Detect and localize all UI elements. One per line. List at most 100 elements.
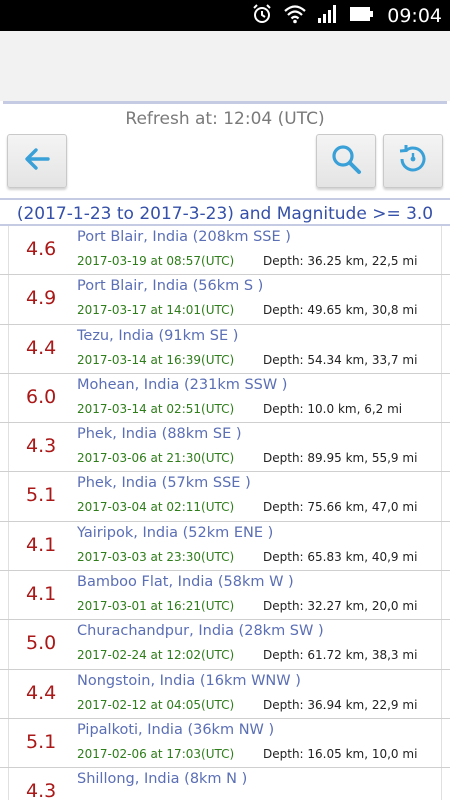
- row-left-border: [8, 571, 9, 620]
- magnitude-value: 4.4: [26, 681, 57, 704]
- magnitude-value: 5.0: [26, 632, 57, 655]
- refresh-time: Refresh at: 12:04 (UTC): [0, 104, 450, 134]
- location-text: Pipalkoti, India (36km NW ): [77, 721, 275, 738]
- wifi-icon: [283, 4, 307, 28]
- row-left-border: [8, 718, 9, 768]
- row-right-border: [441, 718, 442, 768]
- date-time-text: 2017-03-04 at 02:11(UTC): [77, 500, 235, 515]
- magnitude-value: 5.1: [26, 730, 57, 753]
- history-button[interactable]: [383, 134, 443, 188]
- date-time-text: 2017-03-19 at 08:57(UTC): [77, 254, 235, 268]
- row-right-border: [441, 768, 442, 800]
- depth-text: Depth: 54.34 km, 33,7 mi: [263, 352, 418, 367]
- depth-text: Depth: 36.94 km, 22,9 mi: [263, 697, 418, 712]
- list-item[interactable]: 4.3 Shillong, India (8km N ): [0, 768, 450, 800]
- list-item[interactable]: 4.1 Yairipok, India (52km ENE ) 2017-03-03…: [0, 521, 450, 572]
- row-right-border: [441, 226, 442, 275]
- row-left-border: [8, 373, 9, 423]
- location-text: Shillong, India (8km N ): [77, 771, 248, 788]
- location-text: Port Blair, India (208km SSE ): [77, 229, 291, 245]
- depth-text: Depth: 36.25 km, 22,5 mi: [263, 254, 418, 268]
- battery-icon: [349, 5, 375, 27]
- back-arrow-icon: [23, 145, 51, 177]
- depth-text: Depth: 61.72 km, 38,3 mi: [263, 648, 418, 663]
- status-time: 09:04: [387, 4, 442, 27]
- magnitude-value: 4.1: [26, 583, 57, 606]
- row-left-border: [8, 669, 9, 718]
- row-left-border: [8, 226, 9, 275]
- depth-text: Depth: 10.0 km, 6,2 mi: [263, 401, 403, 416]
- magnitude-value: 4.6: [26, 238, 57, 260]
- magnitude-value: 4.4: [26, 336, 57, 359]
- magnitude-value: 4.9: [26, 287, 57, 310]
- row-left-border: [8, 423, 9, 472]
- row-left-border: [8, 324, 9, 373]
- signal-icon: [317, 4, 339, 28]
- row-left-border: [8, 620, 9, 669]
- toolbar: [0, 134, 450, 198]
- search-icon: [330, 143, 362, 179]
- magnitude-value: 4.1: [26, 533, 57, 556]
- row-right-border: [441, 472, 442, 521]
- magnitude-value: 4.3: [26, 780, 57, 800]
- row-right-border: [441, 373, 442, 423]
- date-time-text: 2017-03-03 at 23:30(UTC): [77, 549, 235, 564]
- location-text: Tezu, India (91km SE ): [77, 327, 239, 344]
- list-item[interactable]: 4.6 Port Blair, India (208km SSE ) 2017-03…: [0, 226, 450, 276]
- depth-text: Depth: 75.66 km, 47,0 mi: [263, 500, 418, 515]
- list-item[interactable]: 5.1 Phek, India (57km SSE ) 2017-03-04 at …: [0, 472, 450, 522]
- alarm-icon: [251, 3, 273, 29]
- date-time-text: 2017-03-06 at 21:30(UTC): [77, 451, 235, 466]
- row-right-border: [441, 423, 442, 472]
- magnitude-value: 6.0: [26, 385, 57, 408]
- location-text: Churachandpur, India (28km SW ): [77, 623, 324, 640]
- back-button[interactable]: [7, 134, 67, 188]
- row-right-border: [441, 275, 442, 324]
- row-right-border: [441, 324, 442, 373]
- depth-text: Depth: 49.65 km, 30,8 mi: [263, 303, 418, 318]
- row-left-border: [8, 275, 9, 324]
- row-right-border: [441, 571, 442, 620]
- date-time-text: 2017-03-14 at 02:51(UTC): [77, 401, 235, 416]
- status-bar: 09:04: [0, 0, 450, 31]
- row-left-border: [8, 472, 9, 521]
- location-text: Port Blair, India (56km S ): [77, 278, 264, 295]
- location-text: Bamboo Flat, India (58km W ): [77, 574, 294, 591]
- date-range-filter: (2017-1-23 to 2017-3-23) and Magnitude >…: [0, 198, 450, 226]
- list-item[interactable]: 5.0 Churachandpur, India (28km SW ) 2017-0…: [0, 620, 450, 670]
- list-item[interactable]: 4.3 Phek, India (88km SE ) 2017-03-06 at 2…: [0, 423, 450, 473]
- list-item[interactable]: 4.4 Tezu, India (91km SE ) 2017-03-14 at 1…: [0, 324, 450, 374]
- location-text: Phek, India (57km SSE ): [77, 475, 251, 492]
- date-time-text: 2017-02-24 at 12:02(UTC): [77, 648, 235, 663]
- list-item[interactable]: 4.9 Port Blair, India (56km S ) 2017-03-17…: [0, 275, 450, 325]
- action-bar: [0, 31, 450, 101]
- list-item[interactable]: 6.0 Mohean, India (231km SSW ) 2017-03-14 …: [0, 373, 450, 424]
- date-time-text: 2017-03-14 at 16:39(UTC): [77, 352, 235, 367]
- status-icons: 09:04: [251, 0, 442, 31]
- list-item[interactable]: 5.1 Pipalkoti, India (36km NW ) 2017-02-06…: [0, 718, 450, 769]
- earthquake-list: 4.6 Port Blair, India (208km SSE ) 2017-03…: [0, 226, 450, 800]
- location-text: Phek, India (88km SE ): [77, 426, 242, 443]
- history-icon: [396, 142, 430, 180]
- location-text: Mohean, India (231km SSW ): [77, 376, 288, 393]
- depth-text: Depth: 65.83 km, 40,9 mi: [263, 549, 418, 564]
- magnitude-value: 5.1: [26, 484, 57, 507]
- location-text: Nongstoin, India (16km WNW ): [77, 672, 301, 689]
- date-time-text: 2017-02-12 at 04:05(UTC): [77, 697, 235, 712]
- search-button[interactable]: [316, 134, 376, 188]
- row-right-border: [441, 620, 442, 669]
- date-time-text: 2017-03-17 at 14:01(UTC): [77, 303, 235, 318]
- row-right-border: [441, 521, 442, 571]
- depth-text: Depth: 16.05 km, 10,0 mi: [263, 746, 418, 761]
- location-text: Yairipok, India (52km ENE ): [77, 524, 274, 541]
- magnitude-value: 4.3: [26, 435, 57, 458]
- row-right-border: [441, 669, 442, 718]
- row-left-border: [8, 521, 9, 571]
- list-item[interactable]: 4.1 Bamboo Flat, India (58km W ) 2017-03-0…: [0, 571, 450, 621]
- row-left-border: [8, 768, 9, 800]
- list-item[interactable]: 4.4 Nongstoin, India (16km WNW ) 2017-02-1…: [0, 669, 450, 719]
- depth-text: Depth: 89.95 km, 55,9 mi: [263, 451, 418, 466]
- date-time-text: 2017-03-01 at 16:21(UTC): [77, 599, 235, 614]
- depth-text: Depth: 32.27 km, 20,0 mi: [263, 599, 418, 614]
- date-time-text: 2017-02-06 at 17:03(UTC): [77, 746, 235, 761]
